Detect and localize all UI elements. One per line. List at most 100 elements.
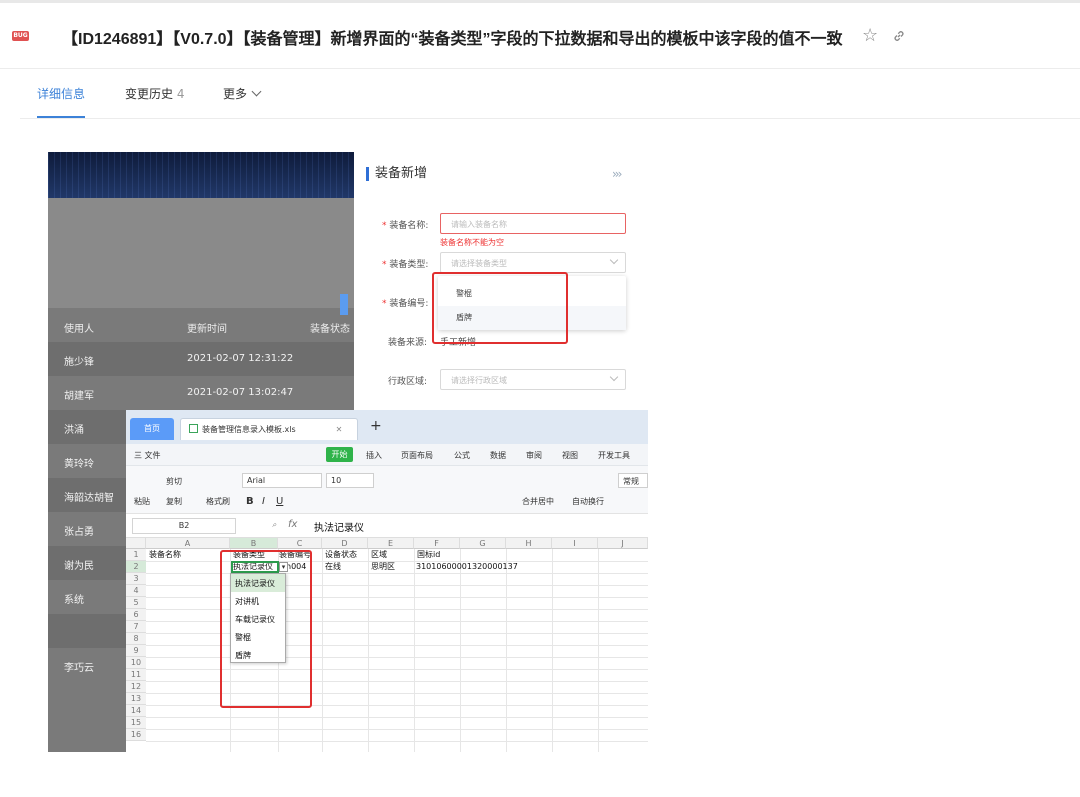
row-header[interactable]: 3 <box>126 573 146 585</box>
highlight-box <box>220 550 312 708</box>
cell-reference[interactable]: B2 <box>132 518 236 534</box>
row-header[interactable]: 2 <box>126 561 146 573</box>
type-select[interactable]: 请选择装备类型 <box>440 252 626 273</box>
paste-button[interactable]: 粘贴 <box>134 496 150 507</box>
row-header[interactable]: 6 <box>126 609 146 621</box>
code-label: * 装备编号: <box>382 299 429 309</box>
row-header[interactable]: 8 <box>126 633 146 645</box>
row-header[interactable]: 7 <box>126 621 146 633</box>
cell-e2[interactable]: 思明区 <box>371 562 395 572</box>
merge-button[interactable]: 合并居中 <box>522 496 554 507</box>
grid-line <box>552 549 553 752</box>
tab-history-label: 变更历史 <box>125 87 174 101</box>
tab-detail[interactable]: 详细信息 <box>37 85 85 102</box>
menu-insert[interactable]: 插入 <box>366 450 382 461</box>
tab-bar: 详细信息 变更历史 4 更多 <box>20 69 1080 119</box>
col-header[interactable]: A <box>146 538 230 549</box>
grid-line <box>146 741 648 742</box>
row-header[interactable]: 5 <box>126 597 146 609</box>
row-header[interactable]: 4 <box>126 585 146 597</box>
list-user: 黄玲玲 <box>64 459 94 470</box>
home-tab[interactable]: 首页 <box>130 418 174 440</box>
star-icon[interactable]: ☆ <box>862 25 878 46</box>
close-icon[interactable]: ✕ <box>336 425 343 434</box>
row-header[interactable]: 14 <box>126 705 146 717</box>
col-header[interactable]: F <box>414 538 460 549</box>
row-header[interactable]: 1 <box>126 549 146 561</box>
col-header[interactable]: B <box>230 538 278 549</box>
col-header[interactable]: C <box>278 538 322 549</box>
menu-bar: 三 文件 开始 插入 页面布局 公式 数据 审阅 视图 开发工具 <box>126 444 648 466</box>
col-header[interactable]: H <box>506 538 552 549</box>
cell-f1[interactable]: 国标id <box>417 550 440 560</box>
italic-button[interactable]: I <box>262 496 265 507</box>
fx-icon: fx <box>288 519 298 530</box>
list-user: 施少锋 <box>64 357 94 368</box>
tab-detail-label: 详细信息 <box>37 87 86 101</box>
menu-start[interactable]: 开始 <box>326 447 353 462</box>
cell-a1[interactable]: 装备名称 <box>149 550 181 560</box>
row-header[interactable]: 16 <box>126 729 146 741</box>
row-header[interactable]: 15 <box>126 717 146 729</box>
col-header[interactable]: G <box>460 538 506 549</box>
highlight-box <box>432 272 568 344</box>
col-header[interactable]: J <box>598 538 648 549</box>
row-header[interactable]: 10 <box>126 657 146 669</box>
wrap-button[interactable]: 自动换行 <box>572 496 604 507</box>
list-user: 谢为民 <box>64 561 94 572</box>
row-header[interactable]: 13 <box>126 693 146 705</box>
formula-bar: B2 ⌕ fx 执法记录仪 <box>126 514 648 538</box>
file-tab-label: 装备管理信息录入模板.xls <box>202 425 296 434</box>
banner-image <box>48 152 354 198</box>
col-header[interactable]: D <box>322 538 368 549</box>
font-size-select[interactable]: 10 <box>326 473 374 488</box>
col-header[interactable]: I <box>552 538 598 549</box>
name-label: * 装备名称: <box>382 221 429 231</box>
font-select[interactable]: Arial <box>242 473 322 488</box>
list-user: 胡建军 <box>64 391 94 402</box>
underline-button[interactable]: U <box>276 496 283 507</box>
bold-button[interactable]: B <box>246 496 254 507</box>
grid-line <box>598 549 599 752</box>
formula-input[interactable]: 执法记录仪 <box>314 519 364 534</box>
row-header[interactable]: 9 <box>126 645 146 657</box>
scroll-indicator <box>340 294 348 315</box>
list-user: 系统 <box>64 595 84 606</box>
link-icon[interactable] <box>892 29 906 43</box>
menu-data[interactable]: 数据 <box>490 450 506 461</box>
file-tab[interactable]: 装备管理信息录入模板.xls ✕ <box>180 418 358 440</box>
cell-f2[interactable]: 31010600001320000137 <box>416 562 518 572</box>
menu-view[interactable]: 视图 <box>562 450 578 461</box>
new-tab-icon[interactable]: + <box>370 418 382 434</box>
cut-button[interactable]: 剪切 <box>166 476 182 487</box>
menu-layout[interactable]: 页面布局 <box>401 450 433 461</box>
issue-title: 【ID1246891】【V0.7.0】【装备管理】新增界面的“装备类型”字段的下… <box>62 31 843 48</box>
cell-e1[interactable]: 区域 <box>371 550 387 560</box>
grid-line <box>368 549 369 752</box>
list-user: 洪涌 <box>64 425 84 436</box>
name-input[interactable]: 请输入装备名称 <box>440 213 626 234</box>
col-header[interactable]: E <box>368 538 414 549</box>
menu-review[interactable]: 审阅 <box>526 450 542 461</box>
menu-file[interactable]: 三 文件 <box>134 450 161 461</box>
list-time: 2021-02-07 12:31:22 <box>187 353 294 364</box>
xls-file-icon <box>189 424 198 433</box>
row-header[interactable]: 12 <box>126 681 146 693</box>
collapse-icon[interactable]: ››› <box>612 167 623 181</box>
source-label: 装备来源: <box>388 338 428 348</box>
number-format-select[interactable]: 常规 <box>618 473 648 488</box>
list-header-user: 使用人 <box>64 324 94 335</box>
sheet-grid: A B C D E F G H I J 1 2 3 4 5 6 7 8 9 10… <box>126 538 648 752</box>
menu-dev[interactable]: 开发工具 <box>598 450 630 461</box>
menu-formula[interactable]: 公式 <box>454 450 470 461</box>
cell-d2[interactable]: 在线 <box>325 562 341 572</box>
row-header[interactable]: 11 <box>126 669 146 681</box>
tab-more[interactable]: 更多 <box>223 85 262 102</box>
region-select[interactable]: 请选择行政区域 <box>440 369 626 390</box>
tab-history[interactable]: 变更历史 4 <box>125 85 184 102</box>
cell-d1[interactable]: 设备状态 <box>325 550 357 560</box>
list-header-time: 更新时间 <box>187 324 227 335</box>
copy-button[interactable]: 复制 <box>166 496 182 507</box>
format-painter-button[interactable]: 格式刷 <box>206 496 230 507</box>
screenshot-background <box>48 198 354 308</box>
